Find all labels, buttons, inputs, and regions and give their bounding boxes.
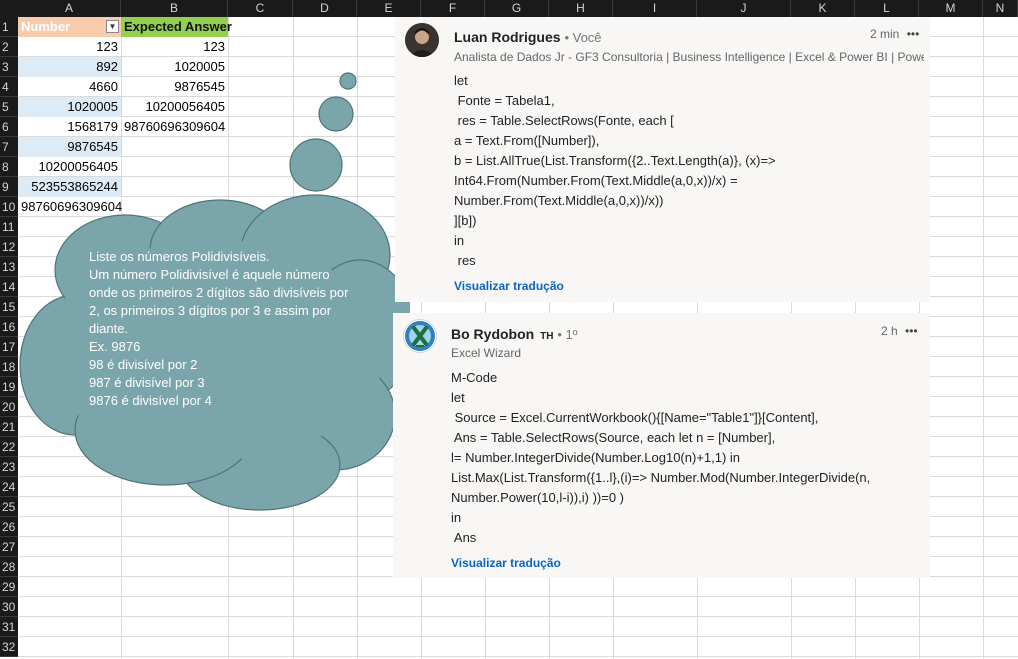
column-header-l[interactable]: L — [855, 0, 919, 17]
code-line: Fonte = Tabela1, — [454, 93, 555, 108]
header-expected-answer[interactable]: Expected Answer — [121, 17, 232, 37]
column-header-f[interactable]: F — [421, 0, 485, 17]
cloud-line: Ex. 9876 — [89, 339, 141, 354]
code-line: l= Number.IntegerDivide(Number.Log10(n)+… — [451, 450, 741, 465]
select-all-corner[interactable] — [0, 0, 18, 17]
comment-body: let Fonte = Tabela1, res = Table.SelectR… — [454, 71, 776, 271]
column-header-n[interactable]: N — [983, 0, 1018, 17]
comment-body: M-Code let Source = Excel.CurrentWorkboo… — [451, 368, 870, 548]
code-line: Number.Power(10,l-i)),i) ))=0 ) — [451, 490, 625, 505]
column-header-k[interactable]: K — [791, 0, 855, 17]
cloud-text: Liste os números Polidivisíveis. Um núme… — [89, 248, 364, 410]
cloud-line: 987 é divisível por 3 — [89, 375, 205, 390]
cloud-line: Um número Polidivisível é aquele número — [89, 267, 330, 282]
spreadsheet: A B C D E F G H I J K L M N 1 2 3 4 5 6 7 8 9 10 1… — [0, 0, 1018, 659]
translate-link[interactable]: Visualizar tradução — [454, 279, 564, 293]
code-line: ][b]) — [454, 213, 477, 228]
column-header-e[interactable]: E — [357, 0, 421, 17]
connection-degree: • Você — [564, 30, 602, 45]
row-header[interactable]: 28 — [0, 557, 18, 577]
comment-time: 2 h ••• — [881, 324, 918, 338]
row-header[interactable]: 2 — [0, 37, 18, 57]
translate-link[interactable]: Visualizar tradução — [451, 556, 561, 570]
cloud-line: 2, os primeiros 3 dígitos por 3 e assim … — [89, 303, 332, 318]
column-header-h[interactable]: H — [549, 0, 613, 17]
avatar[interactable] — [405, 23, 439, 57]
column-header-c[interactable]: C — [228, 0, 293, 17]
column-header-j[interactable]: J — [697, 0, 791, 17]
cloud-line: Liste os números Polidivisíveis. — [89, 249, 270, 264]
filter-dropdown-icon[interactable]: ▼ — [106, 20, 119, 33]
answer-cell[interactable]: 123 — [121, 37, 228, 57]
column-header-d[interactable]: D — [293, 0, 357, 17]
more-options-icon[interactable]: ••• — [905, 324, 918, 338]
time-label: 2 h — [881, 324, 898, 338]
code-line: List.Max(List.Transform({1..l},(i)=> Num… — [451, 470, 871, 485]
code-line: Int64.From(Number.From(Text.Middle(a,0,x… — [454, 173, 738, 188]
author-headline: Excel Wizard — [451, 346, 522, 360]
row-header[interactable]: 31 — [0, 617, 18, 637]
code-line: b = List.AllTrue(List.Transform({2..Text… — [454, 153, 776, 168]
author-name[interactable]: Luan Rodrigues — [454, 29, 561, 45]
code-line: let — [451, 390, 465, 405]
column-header-b[interactable]: B — [121, 0, 228, 17]
code-line: M-Code — [451, 370, 498, 385]
cloud-line: onde os primeiros 2 dígitos são divisíve… — [89, 285, 349, 300]
code-line: Number.From(Text.Middle(a,0,x))/x)) — [454, 193, 664, 208]
author-name[interactable]: Bo Rydobon — [451, 326, 534, 342]
code-line: Ans — [451, 530, 477, 545]
code-line: Ans = Table.SelectRows(Source, each let … — [451, 430, 776, 445]
row-header[interactable]: 1 — [0, 17, 18, 37]
row-header[interactable]: 32 — [0, 637, 18, 657]
number-cell[interactable]: 123 — [18, 37, 121, 57]
column-header-i[interactable]: I — [613, 0, 697, 17]
code-line: res = Table.SelectRows(Fonte, each [ — [454, 113, 674, 128]
cloud-line: diante. — [89, 321, 129, 336]
row-header[interactable]: 26 — [0, 517, 18, 537]
header-number-label: Number — [21, 19, 71, 34]
cloud-line: 98 é divisível por 2 — [89, 357, 198, 372]
time-label: 2 min — [870, 27, 900, 41]
comment-author[interactable]: Luan Rodrigues • Você — [454, 29, 602, 45]
column-header-a[interactable]: A — [18, 0, 121, 17]
author-headline: Analista de Dados Jr - GF3 Consultoria |… — [454, 50, 924, 64]
code-line: a = Text.From([Number]), — [454, 133, 600, 148]
author-badge: TH — [540, 331, 554, 342]
avatar[interactable] — [403, 319, 437, 353]
row-header[interactable]: 27 — [0, 537, 18, 557]
row-header[interactable]: 29 — [0, 577, 18, 597]
row-header[interactable]: 30 — [0, 597, 18, 617]
comment-author[interactable]: Bo Rydobon TH • 1º — [451, 326, 578, 342]
code-line: res — [454, 253, 476, 268]
comment-time: 2 min ••• — [870, 27, 919, 41]
column-header-g[interactable]: G — [485, 0, 549, 17]
comment-card: Luan Rodrigues • Você Analista de Dados … — [395, 17, 930, 302]
comment-card: Bo Rydobon TH • 1º Excel Wizard 2 h ••• … — [393, 313, 930, 578]
code-line: Source = Excel.CurrentWorkbook(){[Name="… — [451, 410, 819, 425]
code-line: in — [454, 233, 465, 248]
code-line: in — [451, 510, 462, 525]
person-photo-icon — [405, 23, 439, 57]
column-header-m[interactable]: M — [919, 0, 983, 17]
cloud-line: 9876 é divisível por 4 — [89, 393, 212, 408]
connection-degree: • 1º — [557, 327, 578, 342]
code-line: let — [454, 73, 468, 88]
header-number[interactable]: Number ▼ — [18, 17, 121, 37]
excel-wizard-logo-icon — [405, 321, 435, 351]
more-options-icon[interactable]: ••• — [907, 27, 920, 41]
